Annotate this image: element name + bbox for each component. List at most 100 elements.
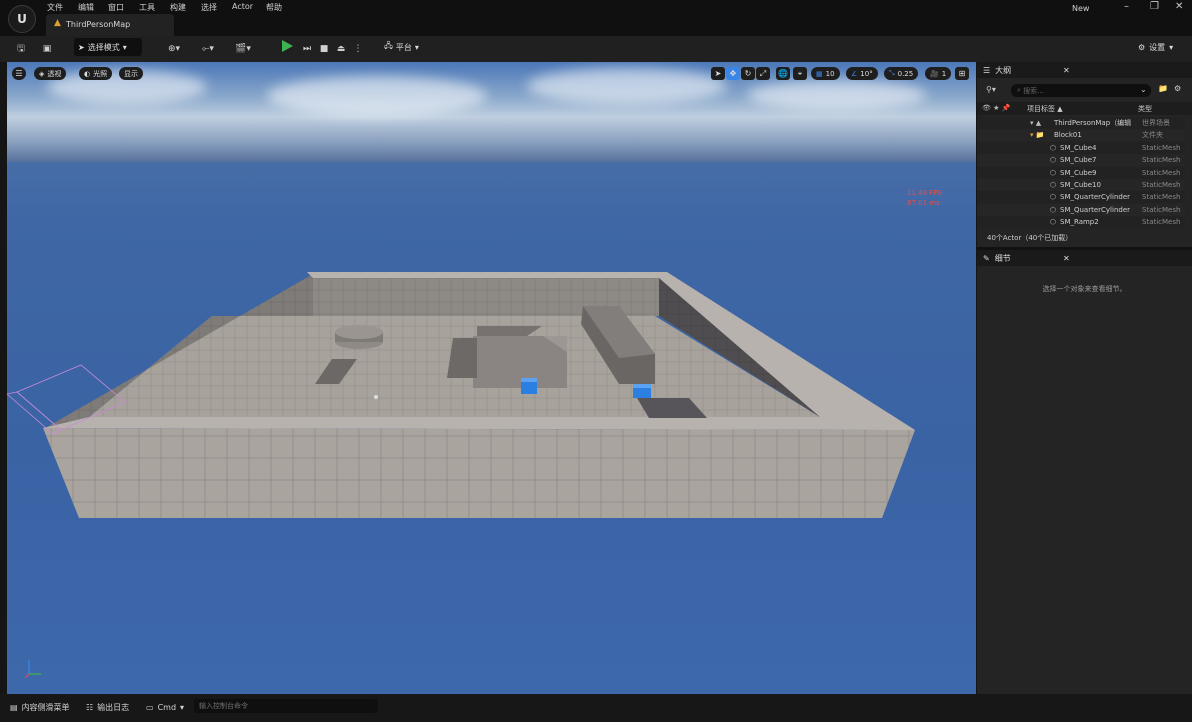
add-actor-icon[interactable]: ⊕▾	[162, 40, 186, 58]
outliner-row-label: SM_Cube7	[1060, 156, 1097, 165]
grid-snap-value: 10	[825, 69, 835, 78]
outliner-row[interactable]: ▾ 📁 Block01 文件夹	[977, 129, 1185, 142]
scale-icon: ⤡	[889, 69, 895, 77]
static-mesh-icon: ⬡	[1050, 205, 1057, 214]
cmd-dropdown[interactable]: ▭ Cmd ▾	[146, 700, 184, 714]
select-tool-icon[interactable]: ➤	[711, 67, 725, 80]
chevron-down-icon: ▾	[1169, 42, 1174, 52]
outliner-row[interactable]: ⬡ SM_Ramp2 StaticMesh	[977, 216, 1185, 229]
lit-button[interactable]: ◐ 光照	[79, 67, 113, 80]
output-log-button[interactable]: ☷ 输出日志	[86, 700, 129, 714]
show-button[interactable]: 显示	[119, 67, 143, 80]
outliner-row[interactable]: ⬡ SM_QuarterCylinder StaticMesh	[977, 191, 1185, 204]
eject-icon[interactable]: ⏏	[334, 40, 348, 58]
maximize-viewport-icon[interactable]: ⊞	[955, 67, 969, 80]
menu-window[interactable]: 窗口	[108, 2, 124, 13]
gear-icon[interactable]: ⚙	[1174, 84, 1181, 93]
maximize-icon[interactable]: ❐	[1150, 1, 1159, 12]
outliner-row-type: StaticMesh	[1142, 168, 1181, 177]
details-header[interactable]: ✎ 细节 ✕	[977, 250, 1192, 266]
menu-edit[interactable]: 编辑	[78, 2, 94, 13]
outliner-row-label: SM_QuarterCylinder	[1060, 205, 1131, 214]
save-icon[interactable]: 🖫	[14, 40, 28, 58]
content-browser-icon[interactable]: ▣	[40, 40, 54, 58]
menu-actor[interactable]: Actor	[232, 2, 253, 11]
close-icon[interactable]: ✕	[1063, 254, 1070, 263]
content-drawer-button[interactable]: ▤ 内容侧滑菜单	[10, 700, 70, 714]
frame-time-value: 87.01 ms	[907, 199, 940, 207]
grid-snap-button[interactable]: ▦ 10	[811, 67, 840, 80]
outliner-title: 大纲	[995, 65, 1012, 75]
hamburger-icon[interactable]: ☰	[12, 67, 26, 80]
outliner-search-input[interactable]: ⌕ 搜索...	[1011, 84, 1151, 97]
translate-tool-icon[interactable]: ✥	[726, 67, 740, 80]
select-mode-button[interactable]: ➤ 选择模式 ▾	[74, 38, 142, 56]
fps-readout: 11.49 FPS 87.01 ms	[907, 188, 942, 208]
outliner-row[interactable]: ⬡ SM_Cube4 StaticMesh	[977, 141, 1185, 154]
column-type[interactable]: 类型	[1138, 104, 1152, 114]
outliner-row-label: SM_Ramp2	[1060, 218, 1099, 227]
advance-frame-icon[interactable]: ⏭	[300, 40, 314, 58]
scale-snap-button[interactable]: ⤡ 0.25	[884, 67, 919, 80]
content-drawer-label: 内容侧滑菜单	[21, 702, 70, 712]
add-folder-icon[interactable]: 📁	[1158, 84, 1168, 93]
cinematics-icon[interactable]: 🎬▾	[230, 40, 256, 58]
cursor-icon: ➤	[78, 42, 85, 52]
static-mesh-icon: ⬡	[1050, 156, 1057, 165]
log-icon: ☷	[86, 702, 94, 712]
filter-icon[interactable]: ⚲▾	[986, 85, 996, 94]
menu-help[interactable]: 帮助	[266, 2, 282, 13]
menu-tools[interactable]: 工具	[139, 2, 155, 13]
show-label: 显示	[124, 69, 138, 78]
cmd-label: Cmd	[157, 702, 177, 712]
more-options-icon[interactable]: ⋮	[353, 40, 363, 58]
menu-select[interactable]: 选择	[201, 2, 217, 13]
static-mesh-icon: ⬡	[1050, 218, 1057, 227]
menu-build[interactable]: 构建	[170, 2, 186, 13]
outliner-header[interactable]: ☰ 大纲 ✕	[977, 62, 1192, 78]
scale-tool-icon[interactable]: ⤢	[756, 67, 770, 80]
camera-icon: 🎥	[930, 69, 939, 78]
outliner-row[interactable]: ⬡ SM_Cube7 StaticMesh	[977, 154, 1185, 167]
static-mesh-icon: ⬡	[1050, 143, 1057, 152]
close-icon[interactable]: ✕	[1063, 66, 1070, 75]
perspective-label: 透视	[47, 69, 62, 78]
static-mesh-icon: ⬡	[1050, 181, 1057, 189]
lit-icon: ◐	[84, 69, 91, 78]
perspective-button[interactable]: ◈ 透视	[34, 67, 67, 80]
outliner-row[interactable]: ▾ ▲ ThirdPersonMap（编辑 世界场景	[977, 117, 1185, 129]
platform-icon: 🖧	[384, 41, 393, 50]
minimize-icon[interactable]: –	[1124, 1, 1129, 12]
menu-file[interactable]: 文件	[47, 2, 63, 13]
outliner-row[interactable]: ⬡ SM_Cube10 StaticMesh	[977, 179, 1185, 191]
world-icon: ▾ ▲	[1030, 119, 1042, 127]
column-label[interactable]: 项目标签 ▲	[1027, 104, 1063, 114]
level-tab-label: ThirdPersonMap	[66, 20, 131, 29]
rotation-snap-button[interactable]: ∠ 10°	[846, 67, 878, 80]
close-icon[interactable]: ✕	[1175, 1, 1183, 12]
blueprint-icon[interactable]: ⟜▾	[196, 40, 220, 58]
surface-snap-icon[interactable]: ⌖	[793, 67, 807, 80]
outliner-row-label: SM_Cube10	[1060, 181, 1101, 189]
outliner-row[interactable]: ⬡ SM_Cube9 StaticMesh	[977, 166, 1185, 179]
unreal-logo-icon[interactable]: U	[8, 5, 36, 33]
level-viewport[interactable]: ☰ ◈ 透视 ◐ 光照 显示 ➤ ✥ ↻ ⤢ 🌐 ⌖ ▦ 10 ∠ 10° ⤡ …	[7, 62, 976, 694]
platform-button[interactable]: 🖧 平台 ▾	[384, 39, 419, 55]
camera-speed-button[interactable]: 🎥 1	[925, 67, 952, 80]
play-icon[interactable]	[282, 40, 293, 52]
visibility-icon[interactable]: 👁 ★ 📌	[982, 104, 1010, 112]
scale-snap-value: 0.25	[897, 69, 914, 78]
drawer-icon: ▤	[10, 702, 18, 712]
angle-icon: ∠	[851, 69, 858, 78]
console-input[interactable]: 输入控制台命令	[194, 699, 378, 713]
settings-button[interactable]: ⚙ 设置 ▾	[1138, 39, 1173, 55]
rotate-tool-icon[interactable]: ↻	[741, 67, 755, 80]
outliner-row-type: StaticMesh	[1142, 181, 1181, 189]
outliner-row[interactable]: ⬡ SM_QuarterCylinder StaticMesh	[977, 203, 1185, 216]
stop-icon[interactable]: ■	[317, 40, 331, 58]
chevron-down-icon[interactable]: ⌄	[1140, 85, 1147, 94]
grid-icon: ▦	[816, 69, 823, 78]
world-space-icon[interactable]: 🌐	[776, 67, 790, 80]
select-mode-label: 选择模式	[87, 42, 120, 52]
console-placeholder: 输入控制台命令	[199, 702, 248, 710]
